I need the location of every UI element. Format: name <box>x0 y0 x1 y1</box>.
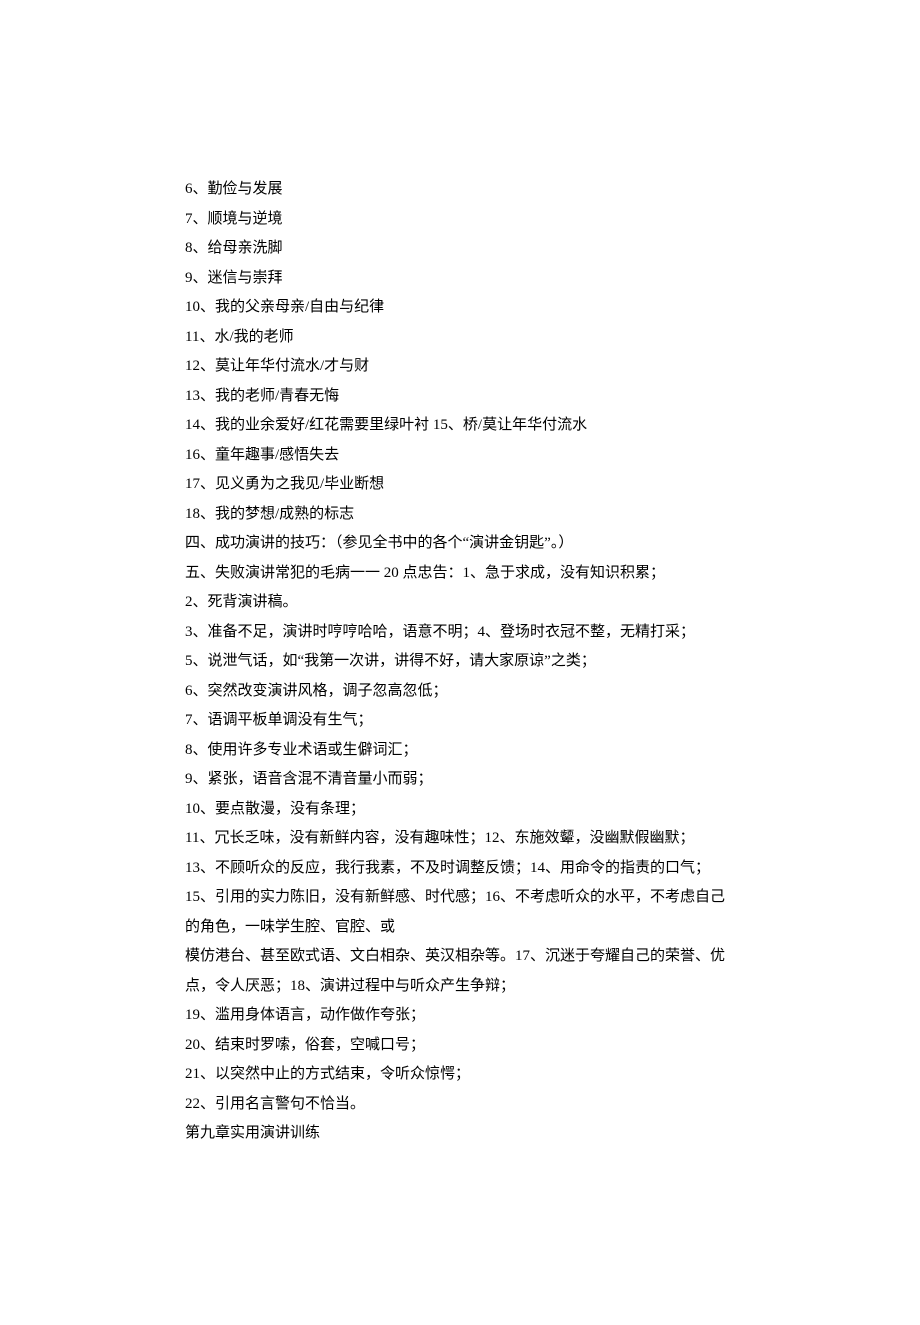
text-line: 12、莫让年华付流水/才与财 <box>185 352 735 382</box>
text-line: 13、我的老师/青春无悔 <box>185 382 735 412</box>
text-line: 18、我的梦想/成熟的标志 <box>185 500 735 530</box>
text-line: 第九章实用演讲训练 <box>185 1119 735 1149</box>
text-line: 6、突然改变演讲风格，调子忽高忽低； <box>185 677 735 707</box>
text-line: 13、不顾听众的反应，我行我素，不及时调整反馈；14、用命令的指责的口气； <box>185 854 735 884</box>
text-line: 11、水/我的老师 <box>185 323 735 353</box>
text-line: 10、要点散漫，没有条理； <box>185 795 735 825</box>
text-line: 17、见义勇为之我见/毕业断想 <box>185 470 735 500</box>
text-line: 14、我的业余爱好/红花需要里绿叶衬 15、桥/莫让年华付流水 <box>185 411 735 441</box>
text-line: 19、滥用身体语言，动作做作夸张； <box>185 1001 735 1031</box>
text-line: 6、勤俭与发展 <box>185 175 735 205</box>
text-line: 8、给母亲洗脚 <box>185 234 735 264</box>
text-line: 20、结束时罗嗦，俗套，空喊口号； <box>185 1031 735 1061</box>
text-line: 9、紧张，语音含混不清音量小而弱； <box>185 765 735 795</box>
text-line: 16、童年趣事/感悟失去 <box>185 441 735 471</box>
text-line: 8、使用许多专业术语或生僻词汇； <box>185 736 735 766</box>
text-line: 模仿港台、甚至欧式语、文白相杂、英汉相杂等。17、沉迷于夸耀自己的荣誉、优点，令… <box>185 942 735 1001</box>
text-line: 四、成功演讲的技巧：（参见全书中的各个“演讲金钥匙”。） <box>185 529 735 559</box>
text-line: 5、说泄气话，如“我第一次讲，讲得不好，请大家原谅”之类； <box>185 647 735 677</box>
text-line: 9、迷信与崇拜 <box>185 264 735 294</box>
text-line: 15、引用的实力陈旧，没有新鲜感、时代感；16、不考虑听众的水平，不考虑自己的角… <box>185 883 735 942</box>
text-line: 21、以突然中止的方式结束，令听众惊愕； <box>185 1060 735 1090</box>
text-line: 3、准备不足，演讲时哼哼哈哈，语意不明；4、登场时衣冠不整，无精打采； <box>185 618 735 648</box>
document-page: 6、勤俭与发展 7、顺境与逆境 8、给母亲洗脚 9、迷信与崇拜 10、我的父亲母… <box>0 0 920 1325</box>
text-line: 22、引用名言警句不恰当。 <box>185 1090 735 1120</box>
text-line: 10、我的父亲母亲/自由与纪律 <box>185 293 735 323</box>
text-line: 2、死背演讲稿。 <box>185 588 735 618</box>
text-line: 五、失败演讲常犯的毛病一一 20 点忠告：1、急于求成，没有知识积累； <box>185 559 735 589</box>
text-line: 7、语调平板单调没有生气； <box>185 706 735 736</box>
text-line: 11、冗长乏味，没有新鲜内容，没有趣味性；12、东施效颦，没幽默假幽默； <box>185 824 735 854</box>
text-line: 7、顺境与逆境 <box>185 205 735 235</box>
